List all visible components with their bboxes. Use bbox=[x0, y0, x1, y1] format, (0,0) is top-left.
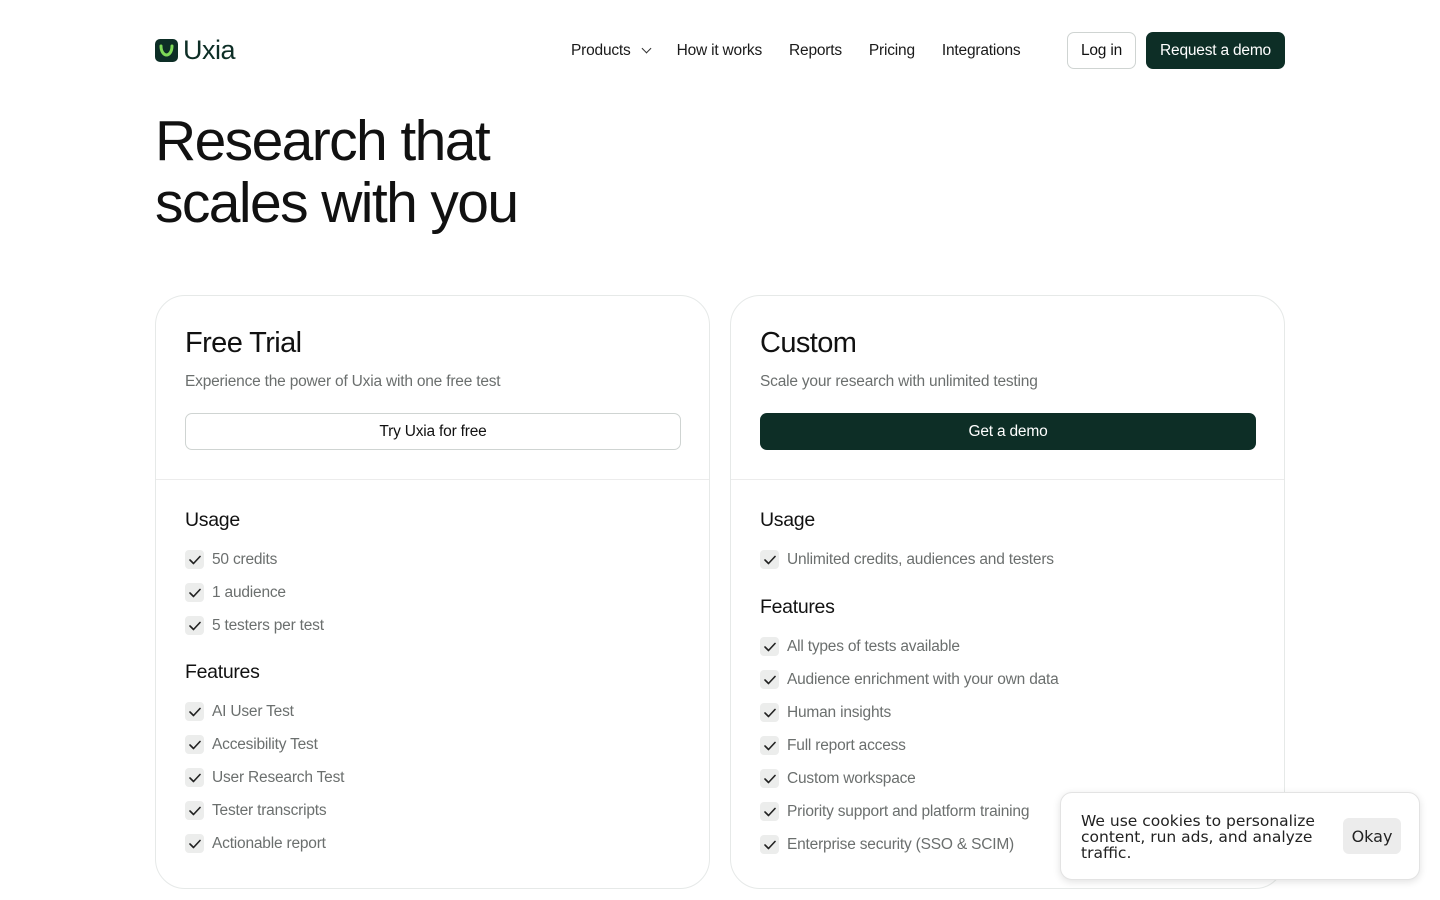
checkmark-icon bbox=[760, 802, 779, 821]
list-item-label: Tester transcripts bbox=[212, 801, 327, 819]
list-item-label: 50 credits bbox=[212, 550, 278, 568]
list-item: 1 audience bbox=[185, 576, 324, 609]
list-item: Human insights bbox=[760, 696, 1059, 729]
nav-products-label: Products bbox=[571, 41, 631, 59]
checkmark-icon bbox=[185, 616, 204, 635]
nav-reports[interactable]: Reports bbox=[789, 42, 842, 60]
logo-text: Uxia bbox=[183, 35, 236, 65]
plan-card-free-trial: Free Trial Experience the power of Uxia … bbox=[155, 295, 710, 889]
cookie-okay-button[interactable]: Okay bbox=[1343, 818, 1401, 854]
try-free-button[interactable]: Try Uxia for free bbox=[185, 413, 681, 450]
usage-list: 50 credits 1 audience 5 testers per test bbox=[185, 543, 324, 642]
list-item: Full report access bbox=[760, 729, 1059, 762]
checkmark-icon bbox=[185, 834, 204, 853]
plan-subtitle: Experience the power of Uxia with one fr… bbox=[185, 373, 501, 390]
checkmark-icon bbox=[760, 670, 779, 689]
divider bbox=[156, 479, 709, 480]
usage-section: Usage Unlimited credits, audiences and t… bbox=[760, 509, 1054, 576]
list-item: 50 credits bbox=[185, 543, 324, 576]
usage-title: Usage bbox=[760, 509, 815, 531]
usage-list: Unlimited credits, audiences and testers bbox=[760, 543, 1054, 576]
logo[interactable]: Uxia bbox=[155, 35, 236, 66]
checkmark-icon bbox=[760, 637, 779, 656]
features-section: Features All types of tests available Aud… bbox=[760, 596, 1059, 861]
list-item: 5 testers per test bbox=[185, 609, 324, 642]
login-button[interactable]: Log in bbox=[1067, 32, 1136, 69]
cookie-message: We use cookies to personalize content, r… bbox=[1081, 812, 1315, 862]
checkmark-icon bbox=[185, 801, 204, 820]
checkmark-icon bbox=[760, 550, 779, 569]
features-section: Features AI User Test Accesibility Test Us… bbox=[185, 661, 344, 860]
list-item-label: Priority support and platform training bbox=[787, 802, 1030, 820]
usage-section: Usage 50 credits 1 audience 5 testers per … bbox=[185, 509, 324, 642]
page-title-line-1: Research that bbox=[155, 109, 491, 173]
checkmark-icon bbox=[760, 769, 779, 788]
request-demo-button[interactable]: Request a demo bbox=[1146, 32, 1285, 69]
list-item: Tester transcripts bbox=[185, 794, 344, 827]
list-item-label: Full report access bbox=[787, 736, 906, 754]
chevron-down-icon bbox=[641, 43, 652, 54]
nav-how-it-works[interactable]: How it works bbox=[677, 42, 763, 60]
list-item: Accesibility Test bbox=[185, 728, 344, 761]
list-item: Enterprise security (SSO & SCIM) bbox=[760, 828, 1059, 861]
get-demo-button[interactable]: Get a demo bbox=[760, 413, 1256, 450]
checkmark-icon bbox=[760, 703, 779, 722]
list-item: Priority support and platform training bbox=[760, 795, 1059, 828]
list-item: Custom workspace bbox=[760, 762, 1059, 795]
checkmark-icon bbox=[760, 736, 779, 755]
page-title-line-2: scales with you bbox=[155, 171, 519, 235]
list-item-label: 1 audience bbox=[212, 583, 286, 601]
usage-title: Usage bbox=[185, 509, 240, 531]
list-item: Actionable report bbox=[185, 827, 344, 860]
list-item-label: 5 testers per test bbox=[212, 616, 324, 634]
features-list: AI User Test Accesibility Test User Resear… bbox=[185, 695, 344, 860]
checkmark-icon bbox=[185, 702, 204, 721]
site-header: Uxia Products How it works Reports Prici… bbox=[155, 32, 1285, 69]
divider bbox=[731, 479, 1284, 480]
nav-products[interactable]: Products bbox=[571, 41, 652, 60]
checkmark-icon bbox=[185, 550, 204, 569]
page-title: Research that scales with you bbox=[155, 110, 755, 234]
features-title: Features bbox=[760, 596, 835, 618]
list-item: All types of tests available bbox=[760, 630, 1059, 663]
checkmark-icon bbox=[760, 835, 779, 854]
list-item-label: Human insights bbox=[787, 703, 892, 721]
list-item-label: Custom workspace bbox=[787, 769, 916, 787]
nav-pricing[interactable]: Pricing bbox=[869, 42, 915, 60]
features-title: Features bbox=[185, 661, 260, 683]
plan-title: Custom bbox=[760, 327, 857, 359]
plan-title: Free Trial bbox=[185, 327, 302, 359]
plan-subtitle: Scale your research with unlimited testi… bbox=[760, 373, 1038, 390]
list-item-label: AI User Test bbox=[212, 702, 294, 720]
list-item-label: Unlimited credits, audiences and testers bbox=[787, 550, 1054, 568]
list-item-label: Actionable report bbox=[212, 834, 326, 852]
list-item-label: All types of tests available bbox=[787, 637, 960, 655]
features-list: All types of tests available Audience enr… bbox=[760, 630, 1059, 861]
main-nav: Products How it works Reports Pricing In… bbox=[571, 32, 1048, 69]
uxia-logo-icon bbox=[155, 39, 178, 62]
nav-integrations[interactable]: Integrations bbox=[942, 42, 1021, 60]
checkmark-icon bbox=[185, 583, 204, 602]
list-item-label: Enterprise security (SSO & SCIM) bbox=[787, 835, 1015, 853]
list-item-label: Audience enrichment with your own data bbox=[787, 670, 1059, 688]
list-item: Unlimited credits, audiences and testers bbox=[760, 543, 1054, 576]
list-item: AI User Test bbox=[185, 695, 344, 728]
list-item: Audience enrichment with your own data bbox=[760, 663, 1059, 696]
cookie-banner: We use cookies to personalize content, r… bbox=[1060, 792, 1420, 880]
list-item-label: User Research Test bbox=[212, 768, 345, 786]
list-item: User Research Test bbox=[185, 761, 344, 794]
checkmark-icon bbox=[185, 768, 204, 787]
list-item-label: Accesibility Test bbox=[212, 735, 318, 753]
checkmark-icon bbox=[185, 735, 204, 754]
